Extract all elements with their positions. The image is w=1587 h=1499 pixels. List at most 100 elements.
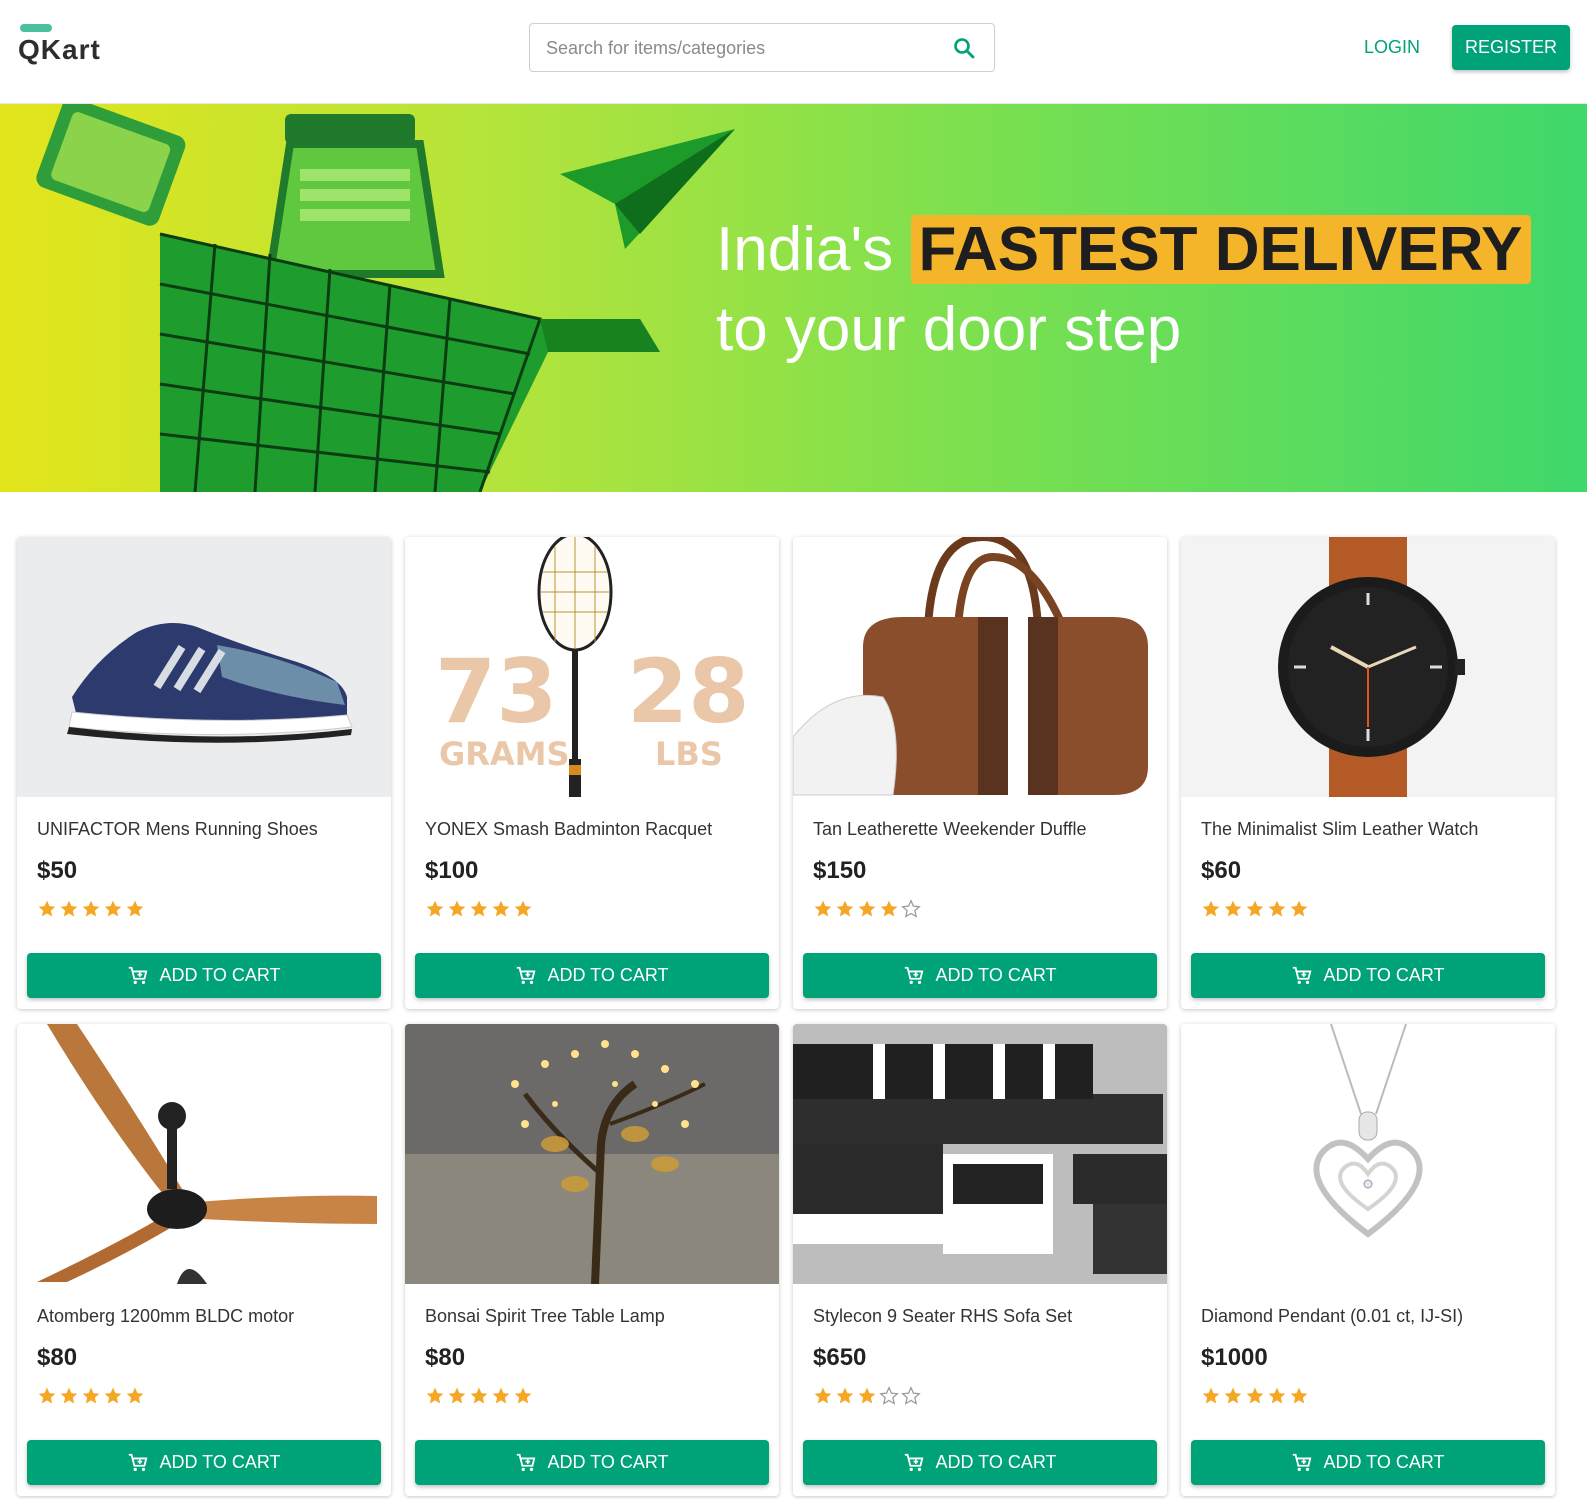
search-input[interactable] [546,34,926,62]
add-to-cart-label: ADD TO CART [159,1452,281,1472]
product-rating [813,1386,921,1408]
product-price: $50 [37,857,78,884]
header: QKart LOGIN REGISTER [0,0,1587,104]
add-to-cart-label: ADD TO CART [159,965,281,985]
product-image-racquet[interactable]: 73 28 GRAMS LBS [405,537,779,797]
add-to-cart-label: ADD TO CART [547,965,669,985]
add-cart-icon [127,1452,149,1474]
star-filled-icon [125,899,145,919]
product-card[interactable]: Bonsai Spirit Tree Table Lamp $80 ADD TO C… [405,1024,779,1496]
add-to-cart-button[interactable]: ADD TO CART [27,1440,381,1485]
add-to-cart-button[interactable]: ADD TO CART [803,953,1157,998]
star-filled-icon [1223,1386,1243,1406]
product-price: $100 [425,857,479,884]
product-image-lamp[interactable] [405,1024,779,1284]
product-image-shoe[interactable] [17,537,391,797]
product-image-watch[interactable] [1181,537,1555,797]
star-filled-icon [513,1386,533,1406]
product-price: $80 [37,1344,78,1371]
add-to-cart-button[interactable]: ADD TO CART [803,1440,1157,1485]
product-rating [425,899,533,921]
add-to-cart-label: ADD TO CART [1323,1452,1445,1472]
star-filled-icon [835,1386,855,1406]
star-filled-icon [835,899,855,919]
product-card[interactable]: Stylecon 9 Seater RHS Sofa Set $650 ADD TO… [793,1024,1167,1496]
product-name: The Minimalist Slim Leather Watch [1201,819,1479,839]
hero-headline: India's FASTEST DELIVERY [716,214,1531,285]
star-filled-icon [59,1386,79,1406]
hero-banner: India's FASTEST DELIVERY to your door st… [0,104,1587,492]
product-image-pendant[interactable] [1181,1024,1555,1284]
star-filled-icon [81,899,101,919]
add-cart-icon [903,965,925,987]
star-filled-icon [1289,899,1309,919]
star-filled-icon [125,1386,145,1406]
star-filled-icon [1289,1386,1309,1406]
product-price: $650 [813,1344,867,1371]
product-name: Atomberg 1200mm BLDC motor [37,1306,295,1326]
add-cart-icon [1291,1452,1313,1474]
star-filled-icon [1267,899,1287,919]
star-filled-icon [813,899,833,919]
star-filled-icon [857,899,877,919]
add-cart-icon [127,965,149,987]
star-filled-icon [879,899,899,919]
logo-bar [20,24,52,32]
star-empty-icon [901,1386,921,1406]
add-to-cart-button[interactable]: ADD TO CART [27,953,381,998]
product-card[interactable]: Diamond Pendant (0.01 ct, IJ-SI) $1000 ADD… [1181,1024,1555,1496]
add-to-cart-button[interactable]: ADD TO CART [415,953,769,998]
product-name: Bonsai Spirit Tree Table Lamp [425,1306,665,1326]
product-rating [1201,899,1309,921]
star-filled-icon [1223,899,1243,919]
search-icon[interactable] [952,36,976,60]
product-price: $60 [1201,857,1242,884]
product-price: $80 [425,1344,466,1371]
register-button[interactable]: REGISTER [1452,25,1570,70]
product-card[interactable]: UNIFACTOR Mens Running Shoes $50 ADD TO CA… [17,537,391,1009]
star-filled-icon [1245,899,1265,919]
svg-text:LBS: LBS [655,735,723,773]
star-filled-icon [447,899,467,919]
hero-headline-prefix: India's [716,215,894,284]
star-filled-icon [81,1386,101,1406]
product-image-sofa[interactable] [793,1024,1167,1284]
add-to-cart-label: ADD TO CART [935,965,1057,985]
product-name: YONEX Smash Badminton Racquet [425,819,713,839]
qkart-logo[interactable]: QKart [18,22,128,72]
star-filled-icon [425,899,445,919]
svg-text:73: 73 [435,640,557,743]
product-name: Diamond Pendant (0.01 ct, IJ-SI) [1201,1306,1464,1326]
product-rating [1201,1386,1309,1408]
product-name: Tan Leatherette Weekender Duffle [813,819,1087,839]
star-filled-icon [857,1386,877,1406]
logo-text: QKart [18,34,101,65]
product-rating [425,1386,533,1408]
product-image-duffle[interactable] [793,537,1167,797]
star-empty-icon [879,1386,899,1406]
star-filled-icon [469,899,489,919]
add-to-cart-label: ADD TO CART [935,1452,1057,1472]
star-empty-icon [901,899,921,919]
add-to-cart-button[interactable]: ADD TO CART [415,1440,769,1485]
add-to-cart-button[interactable]: ADD TO CART [1191,1440,1545,1485]
star-filled-icon [513,899,533,919]
add-to-cart-label: ADD TO CART [1323,965,1445,985]
star-filled-icon [1245,1386,1265,1406]
star-filled-icon [1201,899,1221,919]
product-rating [813,899,921,921]
product-card[interactable]: The Minimalist Slim Leather Watch $60 ADD … [1181,537,1555,1009]
add-to-cart-label: ADD TO CART [547,1452,669,1472]
hero-subline: to your door step [716,295,1182,364]
product-card[interactable]: Tan Leatherette Weekender Duffle $150 ADD … [793,537,1167,1009]
star-filled-icon [813,1386,833,1406]
star-filled-icon [1267,1386,1287,1406]
product-image-fan[interactable] [17,1024,391,1284]
product-price: $150 [813,857,867,884]
product-card[interactable]: 73 28 GRAMS LBS YONEX Smash Badminton Ra… [405,537,779,1009]
star-filled-icon [37,1386,57,1406]
svg-text:28: 28 [627,640,749,743]
login-button[interactable]: LOGIN [1352,32,1432,62]
product-card[interactable]: Atomberg 1200mm BLDC motor $80 ADD TO CART [17,1024,391,1496]
add-to-cart-button[interactable]: ADD TO CART [1191,953,1545,998]
